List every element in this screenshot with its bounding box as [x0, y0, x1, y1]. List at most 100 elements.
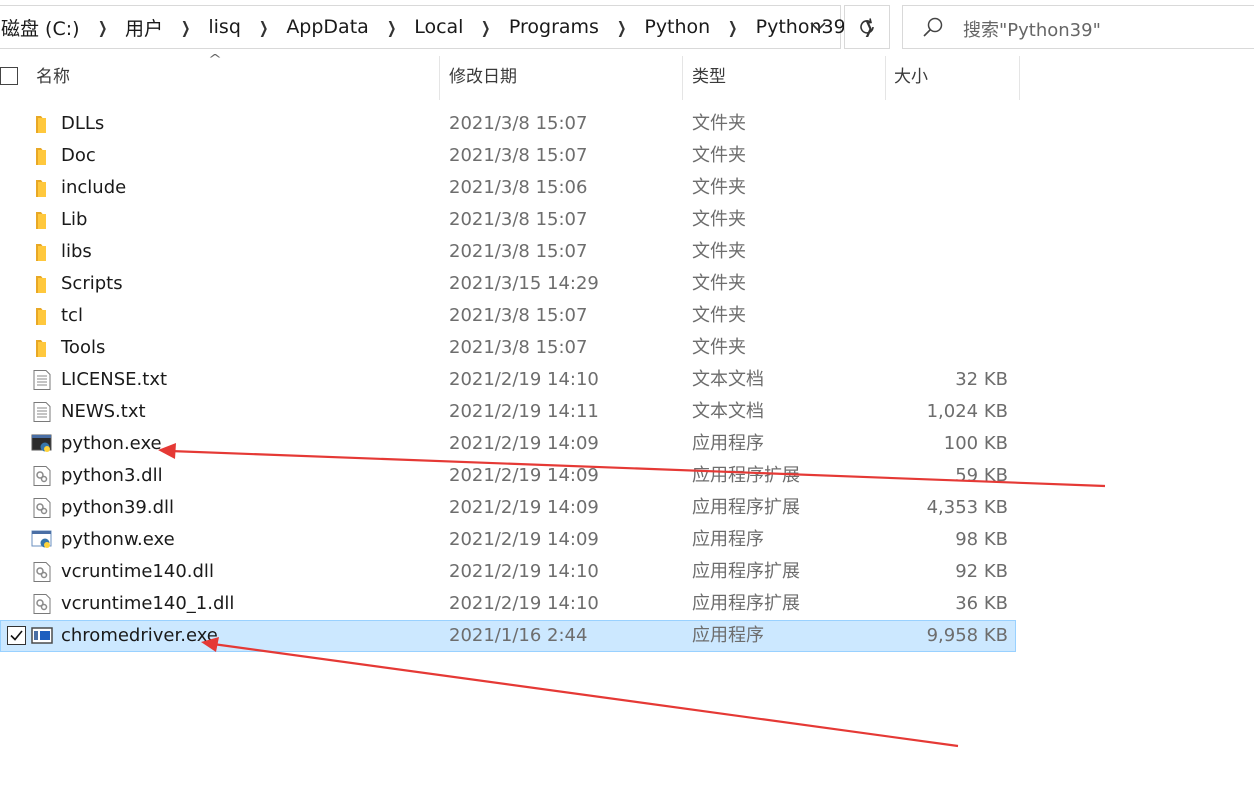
column-divider[interactable]	[682, 56, 683, 100]
file-size: 1,024 KB	[926, 401, 1008, 422]
breadcrumb-appdata[interactable]: AppData	[284, 16, 371, 38]
list-item[interactable]: vcruntime140_1.dll 2021/2/19 14:10 应用程序扩…	[0, 588, 1016, 620]
row-checkbox[interactable]	[7, 626, 26, 645]
address-bar[interactable]: 磁盘 (C:) ❯ 用户 ❯ lisq ❯ AppData ❯ Local ❯ Progr…	[0, 5, 873, 49]
breadcrumb-programs[interactable]: Programs	[507, 16, 601, 38]
address-history-button[interactable]	[796, 6, 840, 48]
file-name: python.exe	[61, 433, 162, 454]
dll-file-icon	[33, 466, 51, 486]
folder-icon	[36, 180, 46, 197]
breadcrumb-python[interactable]: Python	[642, 16, 712, 38]
list-item[interactable]: python3.dll 2021/2/19 14:09 应用程序扩展 59 KB	[0, 460, 1016, 492]
file-size: 98 KB	[955, 529, 1008, 550]
breadcrumb-local[interactable]: Local	[412, 16, 465, 38]
file-size: 59 KB	[955, 465, 1008, 486]
refresh-button[interactable]	[844, 5, 890, 49]
file-size: 100 KB	[943, 433, 1008, 454]
dll-file-icon	[33, 594, 51, 614]
column-type[interactable]: 类型	[692, 56, 726, 100]
file-date: 2021/1/16 2:44	[449, 625, 588, 646]
file-date: 2021/2/19 14:10	[449, 369, 599, 390]
list-item[interactable]: libs 2021/3/8 15:07 文件夹	[0, 236, 1016, 268]
list-item[interactable]: Tools 2021/3/8 15:07 文件夹	[0, 332, 1016, 364]
file-type: 文件夹	[692, 145, 746, 166]
folder-icon	[36, 148, 46, 165]
file-date: 2021/3/8 15:06	[449, 177, 588, 198]
list-item[interactable]: include 2021/3/8 15:06 文件夹	[0, 172, 1016, 204]
file-name: libs	[61, 241, 92, 262]
file-size: 32 KB	[955, 369, 1008, 390]
python-window-icon	[31, 530, 52, 548]
file-type: 应用程序扩展	[692, 561, 800, 582]
sort-ascending-icon: ^	[207, 52, 223, 66]
file-date: 2021/3/15 14:29	[449, 273, 599, 294]
chevron-down-icon	[810, 22, 826, 32]
column-date[interactable]: 修改日期	[449, 56, 517, 100]
file-date: 2021/2/19 14:09	[449, 529, 599, 550]
file-name: vcruntime140_1.dll	[61, 593, 235, 614]
column-name[interactable]: 名称	[36, 56, 70, 100]
list-item[interactable]: LICENSE.txt 2021/2/19 14:10 文本文档 32 KB	[0, 364, 1016, 396]
chevron-right-icon[interactable]: ❯	[171, 18, 200, 37]
folder-icon	[36, 212, 46, 229]
list-item[interactable]: NEWS.txt 2021/2/19 14:11 文本文档 1,024 KB	[0, 396, 1016, 428]
column-divider[interactable]	[439, 56, 440, 100]
application-icon	[31, 627, 53, 644]
list-item[interactable]: Scripts 2021/3/15 14:29 文件夹	[0, 268, 1016, 300]
file-type: 文件夹	[692, 241, 746, 262]
text-file-icon	[33, 402, 51, 422]
file-name: include	[61, 177, 127, 198]
file-list: DLLs 2021/3/8 15:07 文件夹 Doc 2021/3/8 15:…	[0, 108, 1020, 652]
annotation-arrow-chromedriver	[201, 637, 959, 748]
file-date: 2021/3/8 15:07	[449, 145, 588, 166]
list-item-selected[interactable]: chromedriver.exe 2021/1/16 2:44 应用程序 9,9…	[0, 620, 1016, 652]
file-type: 应用程序	[692, 625, 764, 646]
file-date: 2021/2/19 14:10	[449, 561, 599, 582]
chevron-right-icon[interactable]: ❯	[88, 18, 117, 37]
file-type: 文件夹	[692, 305, 746, 326]
search-box[interactable]: 搜索"Python39"	[902, 5, 1254, 49]
breadcrumb-users[interactable]: 用户	[123, 14, 165, 41]
checkmark-icon	[10, 630, 23, 641]
chevron-right-icon[interactable]: ❯	[249, 18, 278, 37]
file-type: 应用程序扩展	[692, 593, 800, 614]
list-item[interactable]: python.exe 2021/2/19 14:09 应用程序 100 KB	[0, 428, 1016, 460]
chevron-right-icon[interactable]: ❯	[718, 18, 747, 37]
list-item[interactable]: vcruntime140.dll 2021/2/19 14:10 应用程序扩展 …	[0, 556, 1016, 588]
file-size: 36 KB	[955, 593, 1008, 614]
list-item[interactable]: Lib 2021/3/8 15:07 文件夹	[0, 204, 1016, 236]
column-header: 名称 修改日期 类型 大小	[0, 56, 1020, 100]
column-size[interactable]: 大小	[894, 56, 928, 100]
file-type: 应用程序	[692, 433, 764, 454]
file-name: python39.dll	[61, 497, 175, 518]
breadcrumb-drive[interactable]: 磁盘 (C:)	[0, 14, 82, 41]
file-name: Lib	[61, 209, 88, 230]
file-date: 2021/3/8 15:07	[449, 241, 588, 262]
list-item[interactable]: tcl 2021/3/8 15:07 文件夹	[0, 300, 1016, 332]
file-type: 应用程序扩展	[692, 465, 800, 486]
search-icon	[923, 17, 943, 37]
list-item[interactable]: DLLs 2021/3/8 15:07 文件夹	[0, 108, 1016, 140]
file-date: 2021/3/8 15:07	[449, 337, 588, 358]
select-all-checkbox[interactable]	[0, 67, 18, 85]
file-type: 应用程序	[692, 529, 764, 550]
list-item[interactable]: Doc 2021/3/8 15:07 文件夹	[0, 140, 1016, 172]
search-placeholder: 搜索"Python39"	[963, 20, 1101, 41]
file-date: 2021/2/19 14:09	[449, 497, 599, 518]
list-item[interactable]: pythonw.exe 2021/2/19 14:09 应用程序 98 KB	[0, 524, 1016, 556]
chevron-right-icon[interactable]: ❯	[607, 18, 636, 37]
chevron-right-icon[interactable]: ❯	[472, 18, 501, 37]
folder-icon	[36, 116, 46, 133]
list-item[interactable]: python39.dll 2021/2/19 14:09 应用程序扩展 4,35…	[0, 492, 1016, 524]
file-type: 文件夹	[692, 177, 746, 198]
chevron-right-icon[interactable]: ❯	[377, 18, 406, 37]
file-name: python3.dll	[61, 465, 163, 486]
breadcrumb-user[interactable]: lisq	[206, 16, 243, 38]
column-divider[interactable]	[885, 56, 886, 100]
file-name: DLLs	[61, 113, 105, 134]
file-name: Scripts	[61, 273, 123, 294]
file-date: 2021/3/8 15:07	[449, 209, 588, 230]
file-type: 应用程序扩展	[692, 497, 800, 518]
column-divider[interactable]	[1019, 56, 1020, 100]
file-date: 2021/2/19 14:09	[449, 465, 599, 486]
